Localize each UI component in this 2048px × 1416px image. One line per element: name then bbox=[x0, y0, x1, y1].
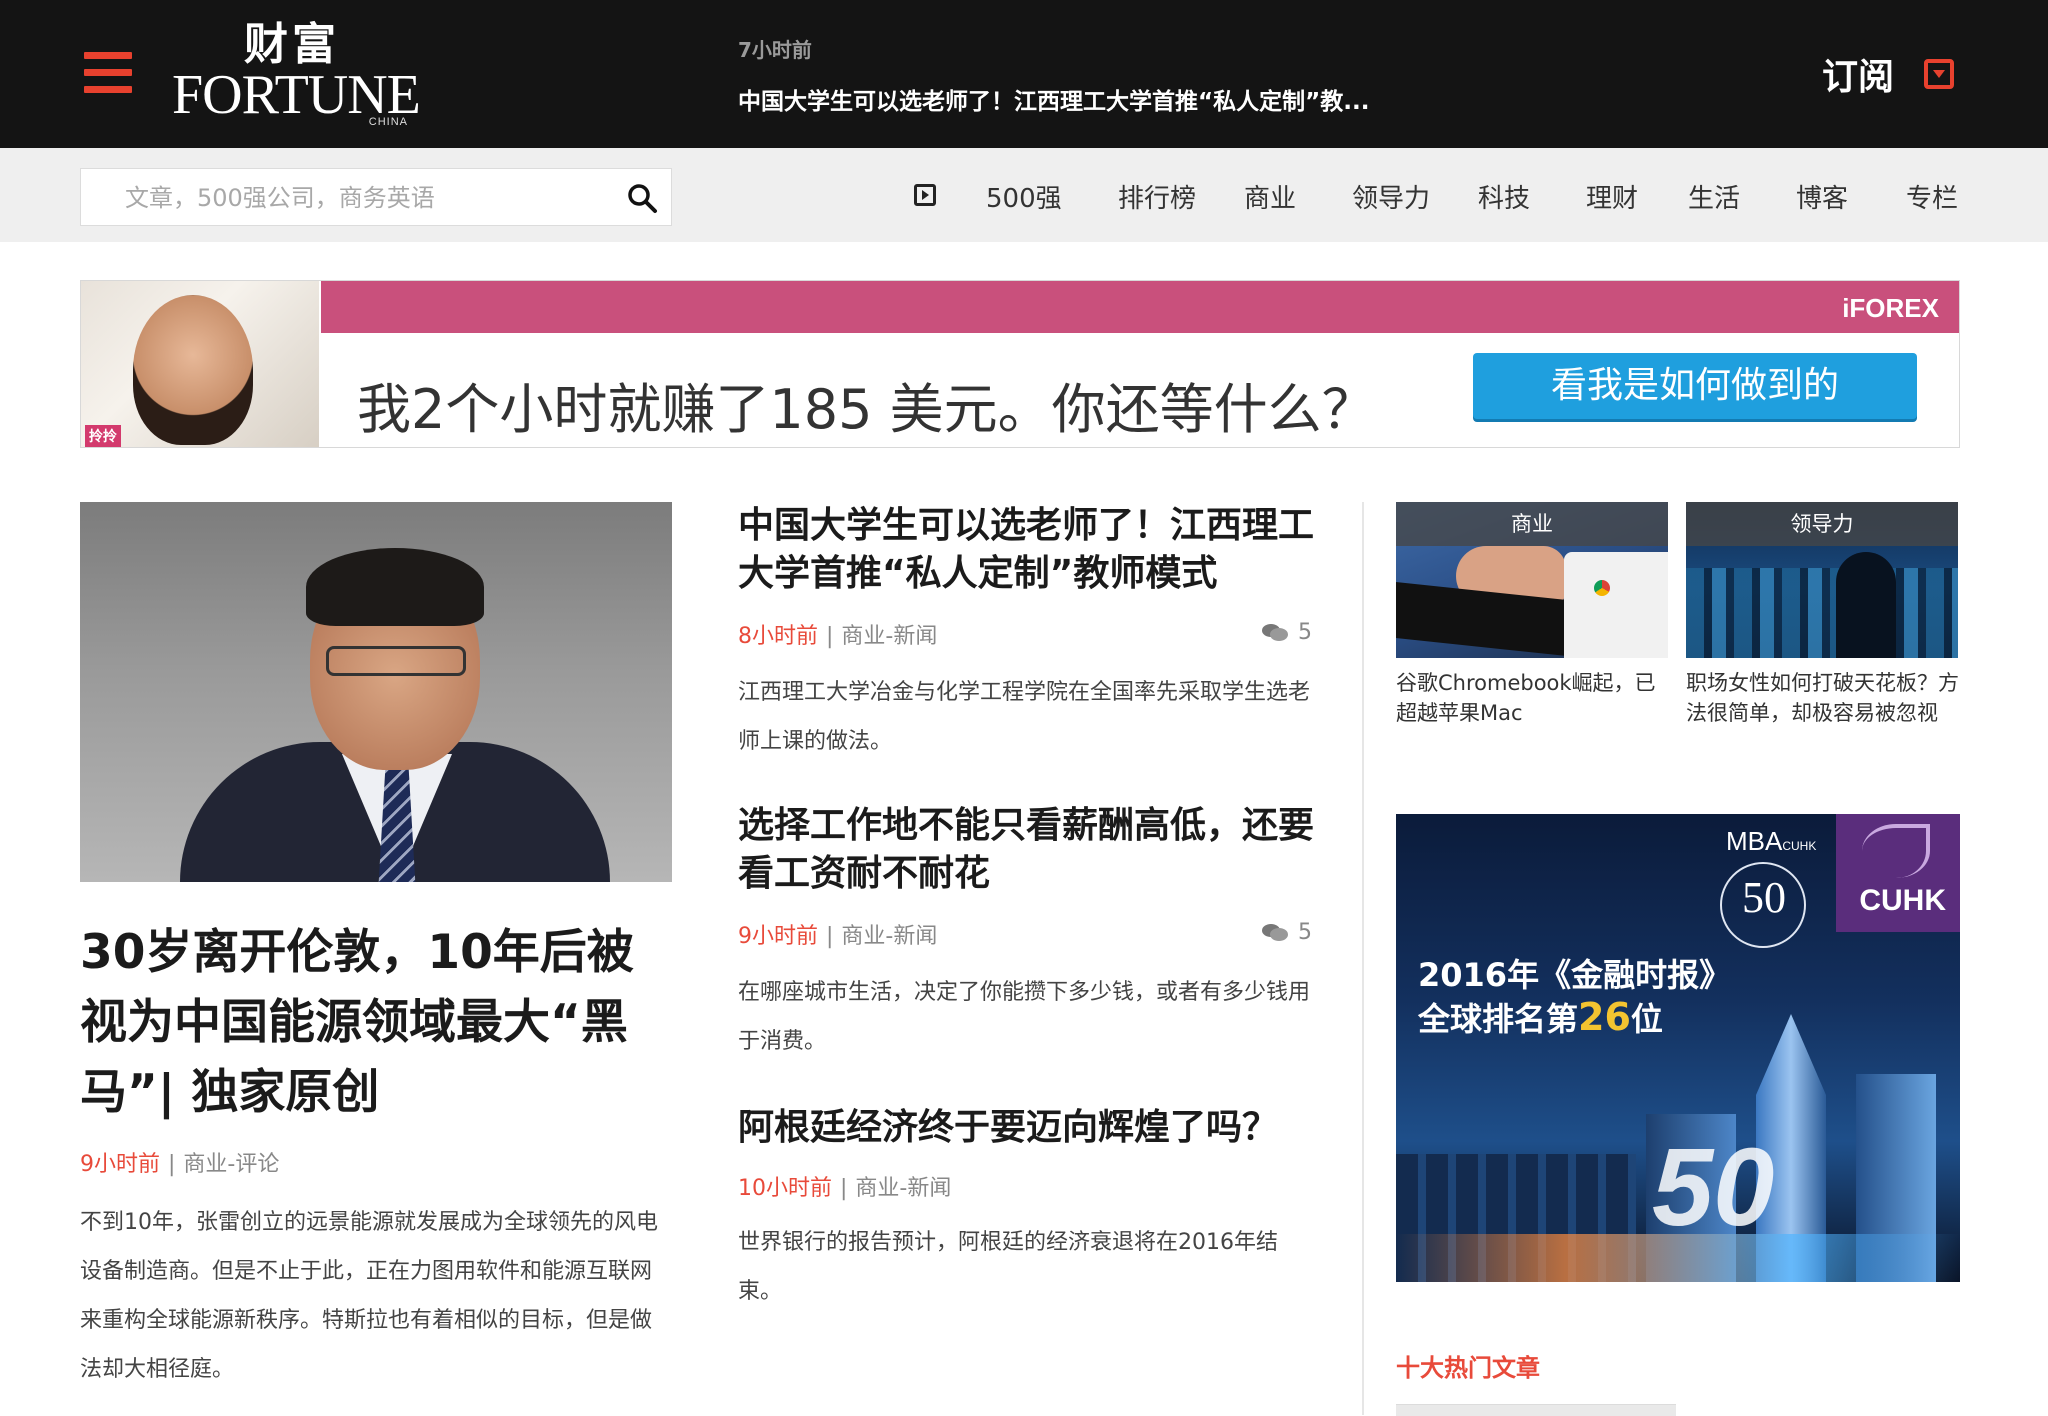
ad-model-image bbox=[133, 295, 253, 445]
article-category-2[interactable]: 商业-新闻 bbox=[841, 924, 937, 949]
ad-cta-button[interactable]: 看我是如何做到的 bbox=[1473, 353, 1917, 419]
article-category-1[interactable]: 商业-新闻 bbox=[841, 624, 937, 649]
hot-articles-tabs bbox=[1396, 1404, 1676, 1416]
mba-label: MBACUHK bbox=[1726, 826, 1817, 856]
nav-link-blog[interactable]: 博客 bbox=[1796, 178, 1848, 215]
top-bar: 财富 FORTUNE CHINA 7小时前 中国大学生可以选老师了！江西理工大学… bbox=[0, 0, 2048, 148]
ticker-headline-link[interactable]: 中国大学生可以选老师了！江西理工大学首推“私人定制”教... bbox=[738, 82, 1369, 116]
dropdown-box-icon bbox=[1924, 59, 1955, 89]
article-title-2[interactable]: 选择工作地不能只看薪酬高低，还要看工资耐不耐花 bbox=[738, 802, 1318, 898]
ad-rank: 26 bbox=[1578, 995, 1631, 1039]
nav-link-life[interactable]: 生活 bbox=[1688, 178, 1740, 215]
logo-cn: 财富 bbox=[244, 19, 340, 70]
article-title-3[interactable]: 阿根廷经济终于要迈向辉煌了吗？ bbox=[738, 1104, 1318, 1152]
ticker-time: 7小时前 bbox=[738, 38, 812, 62]
search-box bbox=[80, 168, 672, 227]
nav-link-finance[interactable]: 理财 bbox=[1586, 178, 1638, 215]
article-time-2: 9小时前 bbox=[738, 924, 818, 949]
hamburger-menu-icon[interactable] bbox=[84, 52, 132, 94]
ad-line-2: 全球排名第26位 bbox=[1418, 995, 1663, 1039]
logo-sub: CHINA bbox=[368, 116, 408, 128]
article-summary-1: 江西理工大学冶金与化学工程学院在全国率先采取学生选老师上课的做法。 bbox=[738, 680, 1311, 754]
article-meta-3: 10小时前 | 商业-新闻 bbox=[738, 1176, 952, 1201]
article-time-3: 10小时前 bbox=[738, 1176, 832, 1201]
lead-story-meta: 9小时前 | 商业-评论 bbox=[80, 1152, 280, 1177]
subscribe-label: 订阅 bbox=[1822, 57, 1895, 98]
article-category-3[interactable]: 商业-新闻 bbox=[855, 1176, 951, 1201]
cuhk-wing-icon bbox=[1862, 824, 1930, 878]
article-time-1: 8小时前 bbox=[738, 624, 818, 649]
article-summary-3: 世界银行的报告预计，阿根廷的经济衰退将在2016年结束。 bbox=[738, 1230, 1278, 1304]
ad-line-1: 2016年《金融时报》 bbox=[1418, 956, 1732, 994]
ad-banner[interactable]: 拎拎 iFOREX 我2个小时就赚了185 美元。你还等什么？ 看我是如何做到的 bbox=[80, 280, 1960, 448]
ad-tag: 拎拎 bbox=[85, 425, 121, 447]
subscribe-button[interactable]: 订阅 bbox=[1822, 50, 1955, 98]
article-meta-2: 9小时前 | 商业-新闻 bbox=[738, 924, 938, 949]
lead-story-category[interactable]: 商业-评论 bbox=[183, 1152, 279, 1177]
ad-brand-bar: iFOREX bbox=[321, 281, 1959, 333]
side-thumb-2-caption: 领导力 bbox=[1686, 502, 1958, 546]
lead-story-time: 9小时前 bbox=[80, 1152, 160, 1177]
anniversary-number: 50 bbox=[1742, 873, 1786, 922]
article-title-1[interactable]: 中国大学生可以选老师了！江西理工大学首推“私人定制”教师模式 bbox=[738, 502, 1318, 598]
column-divider bbox=[1362, 502, 1364, 1415]
search-input[interactable] bbox=[123, 169, 607, 227]
side-thumb-1-image[interactable]: 商业 bbox=[1396, 502, 1668, 658]
chrome-logo-icon bbox=[1594, 580, 1610, 596]
side-thumb-2-title[interactable]: 职场女性如何打破天花板？方法很简单，却极容易被忽视 bbox=[1686, 668, 1962, 728]
cuhk-mba-ad[interactable]: 50 CUHK MBACUHK 50 2016年《金融时报》 全球排名第26位 bbox=[1396, 814, 1960, 1282]
ad-photo: 拎拎 bbox=[81, 281, 319, 447]
magnifier-icon[interactable] bbox=[625, 181, 659, 215]
play-icon[interactable] bbox=[914, 184, 936, 206]
nav-link-tech[interactable]: 科技 bbox=[1478, 178, 1530, 215]
ad-brand-logo: iFOREX bbox=[1842, 293, 1939, 323]
article-summary-2: 在哪座城市生活，决定了你能攒下多少钱，或者有多少钱用于消费。 bbox=[738, 980, 1311, 1054]
hot-articles-heading: 十大热门文章 bbox=[1396, 1354, 1540, 1382]
lead-story-title[interactable]: 30岁离开伦敦，10年后被视为中国能源领域最大“黑马”| 独家原创 bbox=[80, 918, 672, 1128]
lead-story-summary: 不到10年，张雷创立的远景能源就发展成为全球领先的风电设备制造商。但是不止于此，… bbox=[80, 1210, 658, 1382]
comment-bubble-icon bbox=[1262, 623, 1288, 642]
comment-count-value-2: 5 bbox=[1298, 920, 1312, 945]
comment-count-1[interactable]: 5 bbox=[1262, 620, 1312, 645]
lead-story-image[interactable] bbox=[80, 502, 672, 882]
fortune-china-logo[interactable]: 财富 FORTUNE CHINA bbox=[172, 19, 421, 132]
comment-count-value-1: 5 bbox=[1298, 620, 1312, 645]
logo-en: FORTUNE bbox=[172, 64, 421, 126]
comment-count-2[interactable]: 5 bbox=[1262, 920, 1312, 945]
article-meta-1: 8小时前 | 商业-新闻 bbox=[738, 624, 938, 649]
nav-bar: 500强 排行榜 商业 领导力 科技 理财 生活 博客 专栏 bbox=[0, 148, 2048, 242]
nav-link-leadership[interactable]: 领导力 bbox=[1352, 178, 1430, 215]
cuhk-logo-text: CUHK bbox=[1859, 884, 1946, 917]
nav-link-business[interactable]: 商业 bbox=[1244, 178, 1296, 215]
ad-fifty-graphic: 50 bbox=[1652, 1126, 1775, 1249]
side-thumb-2-image[interactable]: 领导力 bbox=[1686, 502, 1958, 658]
ad-headline: 我2个小时就赚了185 美元。你还等什么？ bbox=[357, 378, 1376, 441]
side-thumb-1-title[interactable]: 谷歌Chromebook崛起，已超越苹果Mac bbox=[1396, 668, 1672, 728]
nav-link-column[interactable]: 专栏 bbox=[1906, 178, 1958, 215]
nav-link-500[interactable]: 500强 bbox=[986, 178, 1062, 215]
side-thumb-1-caption: 商业 bbox=[1396, 502, 1668, 546]
comment-bubble-icon bbox=[1262, 923, 1288, 942]
nav-link-rankings[interactable]: 排行榜 bbox=[1118, 178, 1196, 215]
